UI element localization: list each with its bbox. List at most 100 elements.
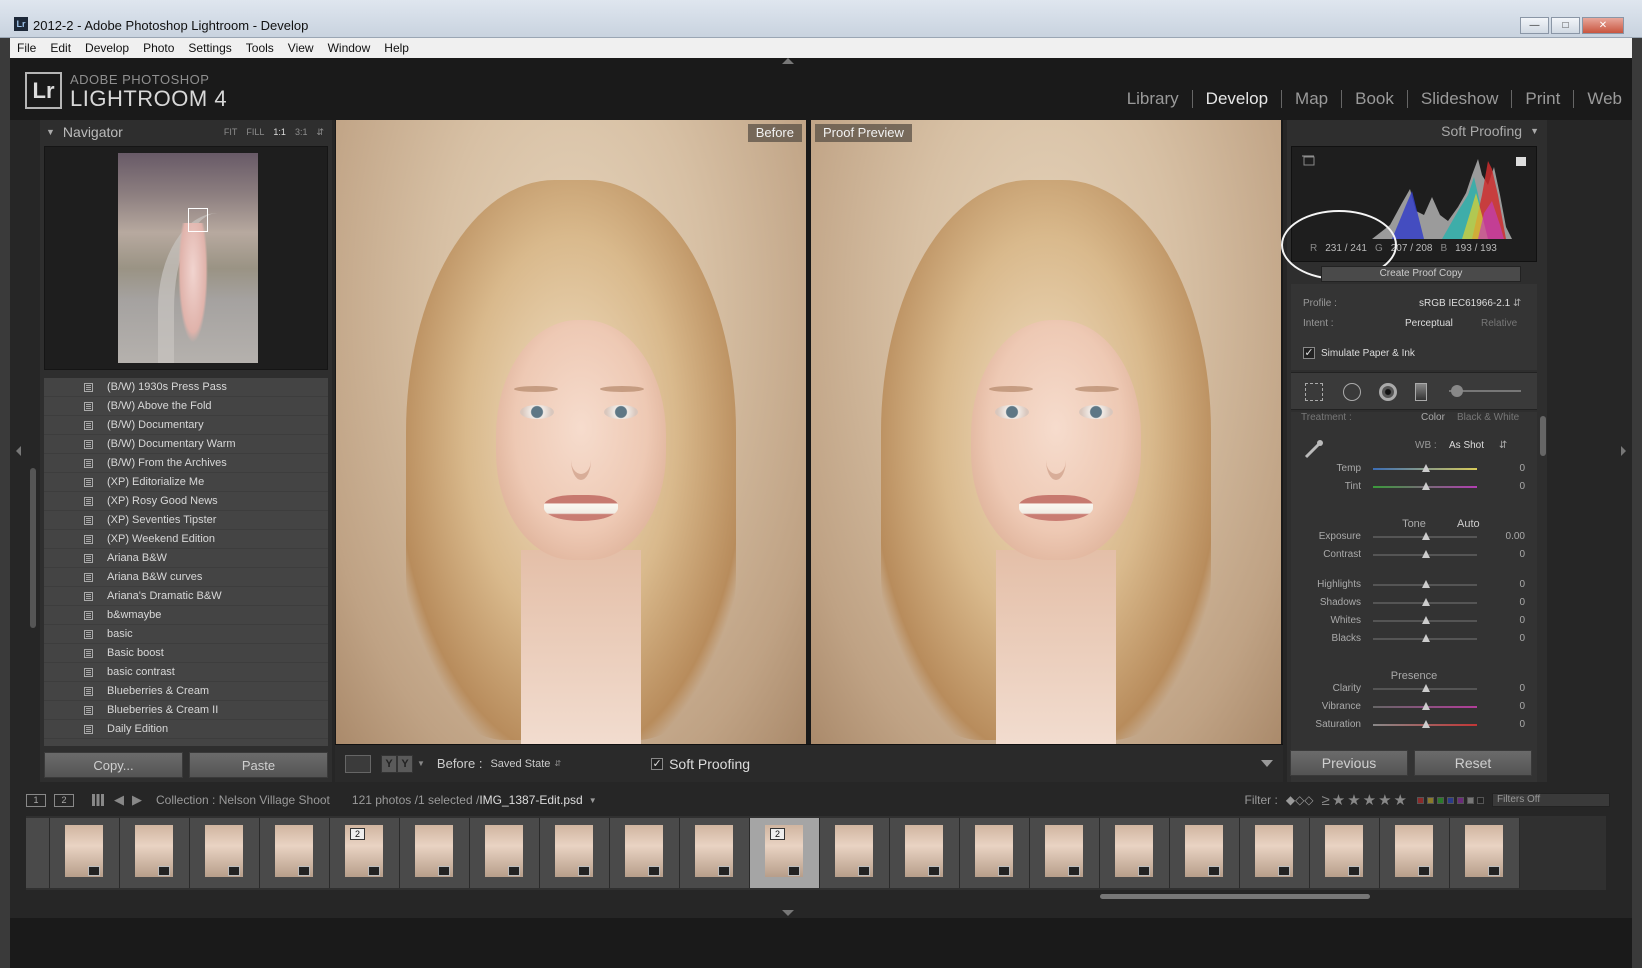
preset-item[interactable]: Ariana B&W xyxy=(44,549,328,568)
collapse-triangle-icon[interactable]: ▼ xyxy=(46,127,55,137)
slider-exposure[interactable]: Exposure 0.00 xyxy=(1291,528,1537,546)
filmstrip-thumbnail[interactable] xyxy=(470,818,540,888)
wb-select[interactable]: As Shot xyxy=(1449,440,1484,451)
before-image[interactable]: Before xyxy=(336,120,806,744)
slider-value[interactable]: 0 xyxy=(1519,719,1525,730)
yellow-label-icon[interactable] xyxy=(1427,796,1434,804)
filmstrip-partial-thumb[interactable] xyxy=(26,818,50,888)
develop-settings-badge-icon[interactable] xyxy=(788,866,800,876)
color-label-filter[interactable] xyxy=(1417,796,1484,804)
treatment-bw[interactable]: Black & White xyxy=(1457,412,1519,423)
simulate-paper-ink-row[interactable]: ✓ Simulate Paper & Ink xyxy=(1303,347,1415,359)
slider-clarity[interactable]: Clarity 0 xyxy=(1291,680,1537,698)
slider-handle[interactable] xyxy=(1422,550,1430,558)
develop-settings-badge-icon[interactable] xyxy=(648,866,660,876)
slider-track[interactable] xyxy=(1373,684,1477,692)
spot-removal-icon[interactable] xyxy=(1343,383,1361,401)
develop-settings-badge-icon[interactable] xyxy=(1138,866,1150,876)
collection-source[interactable]: Collection : Nelson Village Shoot xyxy=(156,793,330,807)
zoom-1-1[interactable]: 1:1 xyxy=(273,127,286,138)
filters-preset-select[interactable]: Filters Off xyxy=(1492,793,1610,807)
intent-relative[interactable]: Relative xyxy=(1481,318,1517,329)
module-slideshow[interactable]: Slideshow xyxy=(1408,90,1513,108)
develop-settings-badge-icon[interactable] xyxy=(508,866,520,876)
slider-handle[interactable] xyxy=(1422,720,1430,728)
collapse-top-panel-icon[interactable] xyxy=(782,58,794,64)
slider-track[interactable] xyxy=(1373,720,1477,728)
toolbar-menu-icon[interactable] xyxy=(1261,760,1273,767)
develop-settings-badge-icon[interactable] xyxy=(88,866,100,876)
preset-item[interactable]: (B/W) Above the Fold xyxy=(44,397,328,416)
flag-filter-icon[interactable]: ◆◇◇ xyxy=(1286,793,1314,807)
preset-item[interactable]: b&wmaybe xyxy=(44,606,328,625)
develop-settings-badge-icon[interactable] xyxy=(858,866,870,876)
intent-perceptual[interactable]: Perceptual xyxy=(1405,318,1453,329)
module-book[interactable]: Book xyxy=(1342,90,1408,108)
navigator-preview[interactable] xyxy=(44,146,328,370)
stack-count-badge[interactable]: 2 xyxy=(770,828,785,840)
view-dropdown-icon[interactable]: ▼ xyxy=(417,759,425,768)
soft-proofing-header[interactable]: Soft Proofing ▼ xyxy=(1287,120,1547,142)
slider-vibrance[interactable]: Vibrance 0 xyxy=(1291,698,1537,716)
develop-settings-badge-icon[interactable] xyxy=(298,866,310,876)
slider-highlights[interactable]: Highlights 0 xyxy=(1291,576,1537,594)
filmstrip-thumbnail[interactable] xyxy=(540,818,610,888)
develop-settings-badge-icon[interactable] xyxy=(1348,866,1360,876)
simulate-paper-ink-checkbox[interactable]: ✓ xyxy=(1303,347,1315,359)
develop-settings-badge-icon[interactable] xyxy=(368,866,380,876)
slider-handle[interactable] xyxy=(1422,616,1430,624)
loupe-view-button[interactable] xyxy=(345,754,371,773)
develop-settings-badge-icon[interactable] xyxy=(718,866,730,876)
develop-settings-badge-icon[interactable] xyxy=(1068,866,1080,876)
develop-settings-badge-icon[interactable] xyxy=(158,866,170,876)
preset-item[interactable]: (XP) Editorialize Me xyxy=(44,473,328,492)
develop-settings-badge-icon[interactable] xyxy=(928,866,940,876)
red-eye-icon[interactable] xyxy=(1379,383,1397,401)
filmstrip-thumbnail[interactable] xyxy=(1240,818,1310,888)
stack-count-badge[interactable]: 2 xyxy=(350,828,365,840)
filmstrip-thumbnail[interactable] xyxy=(1310,818,1380,888)
before-after-view-button[interactable]: Y Y xyxy=(381,754,413,773)
preset-item[interactable]: Basic boost xyxy=(44,644,328,663)
slider-value[interactable]: 0 xyxy=(1519,463,1525,474)
filmstrip-thumbnail[interactable] xyxy=(190,818,260,888)
close-icon[interactable]: ✕ xyxy=(1582,17,1624,34)
collapse-triangle-icon[interactable]: ▼ xyxy=(1530,126,1539,136)
slider-handle[interactable] xyxy=(1422,684,1430,692)
before-state-select[interactable]: Saved State xyxy=(490,758,550,770)
menu-develop[interactable]: Develop xyxy=(85,41,129,55)
navigator-header[interactable]: ▼ Navigator FIT FILL 1:1 3:1 ⇵ xyxy=(40,120,332,144)
slider-blacks[interactable]: Blacks 0 xyxy=(1291,630,1537,648)
collapse-left-panel-icon[interactable] xyxy=(16,446,21,456)
grid-view-icon[interactable] xyxy=(92,794,104,806)
filmstrip-thumbnail[interactable] xyxy=(1170,818,1240,888)
module-develop[interactable]: Develop xyxy=(1193,90,1283,108)
slider-track[interactable] xyxy=(1373,532,1477,540)
menu-window[interactable]: Window xyxy=(328,41,371,55)
filmstrip-thumbnail[interactable] xyxy=(960,818,1030,888)
preset-item[interactable]: (XP) Rosy Good News xyxy=(44,492,328,511)
module-web[interactable]: Web xyxy=(1574,90,1622,108)
filmstrip-thumbnail[interactable] xyxy=(610,818,680,888)
slider-track[interactable] xyxy=(1373,634,1477,642)
slider-value[interactable]: 0.00 xyxy=(1506,531,1525,542)
slider-track[interactable] xyxy=(1373,580,1477,588)
slider-handle[interactable] xyxy=(1422,482,1430,490)
zoom-fill[interactable]: FILL xyxy=(246,127,264,138)
preset-item[interactable]: Ariana B&W curves xyxy=(44,568,328,587)
slider-track[interactable] xyxy=(1373,702,1477,710)
filmstrip-thumbnail[interactable] xyxy=(1380,818,1450,888)
develop-settings-badge-icon[interactable] xyxy=(998,866,1010,876)
slider-handle[interactable] xyxy=(1422,532,1430,540)
develop-settings-badge-icon[interactable] xyxy=(1488,866,1500,876)
preset-item[interactable]: Daily Edition xyxy=(44,720,328,739)
preset-item[interactable]: (B/W) Documentary xyxy=(44,416,328,435)
menu-photo[interactable]: Photo xyxy=(143,41,174,55)
menu-file[interactable]: File xyxy=(17,41,36,55)
main-window-button[interactable]: 1 xyxy=(26,793,46,807)
rating-filter-stars-icon[interactable]: ≥★★★★★ xyxy=(1322,791,1409,809)
filmstrip-thumbnail[interactable] xyxy=(1100,818,1170,888)
slider-track[interactable] xyxy=(1373,616,1477,624)
zoom-stepper-icon[interactable]: ⇵ xyxy=(316,127,324,138)
right-panel-scrollbar[interactable] xyxy=(1540,416,1546,456)
